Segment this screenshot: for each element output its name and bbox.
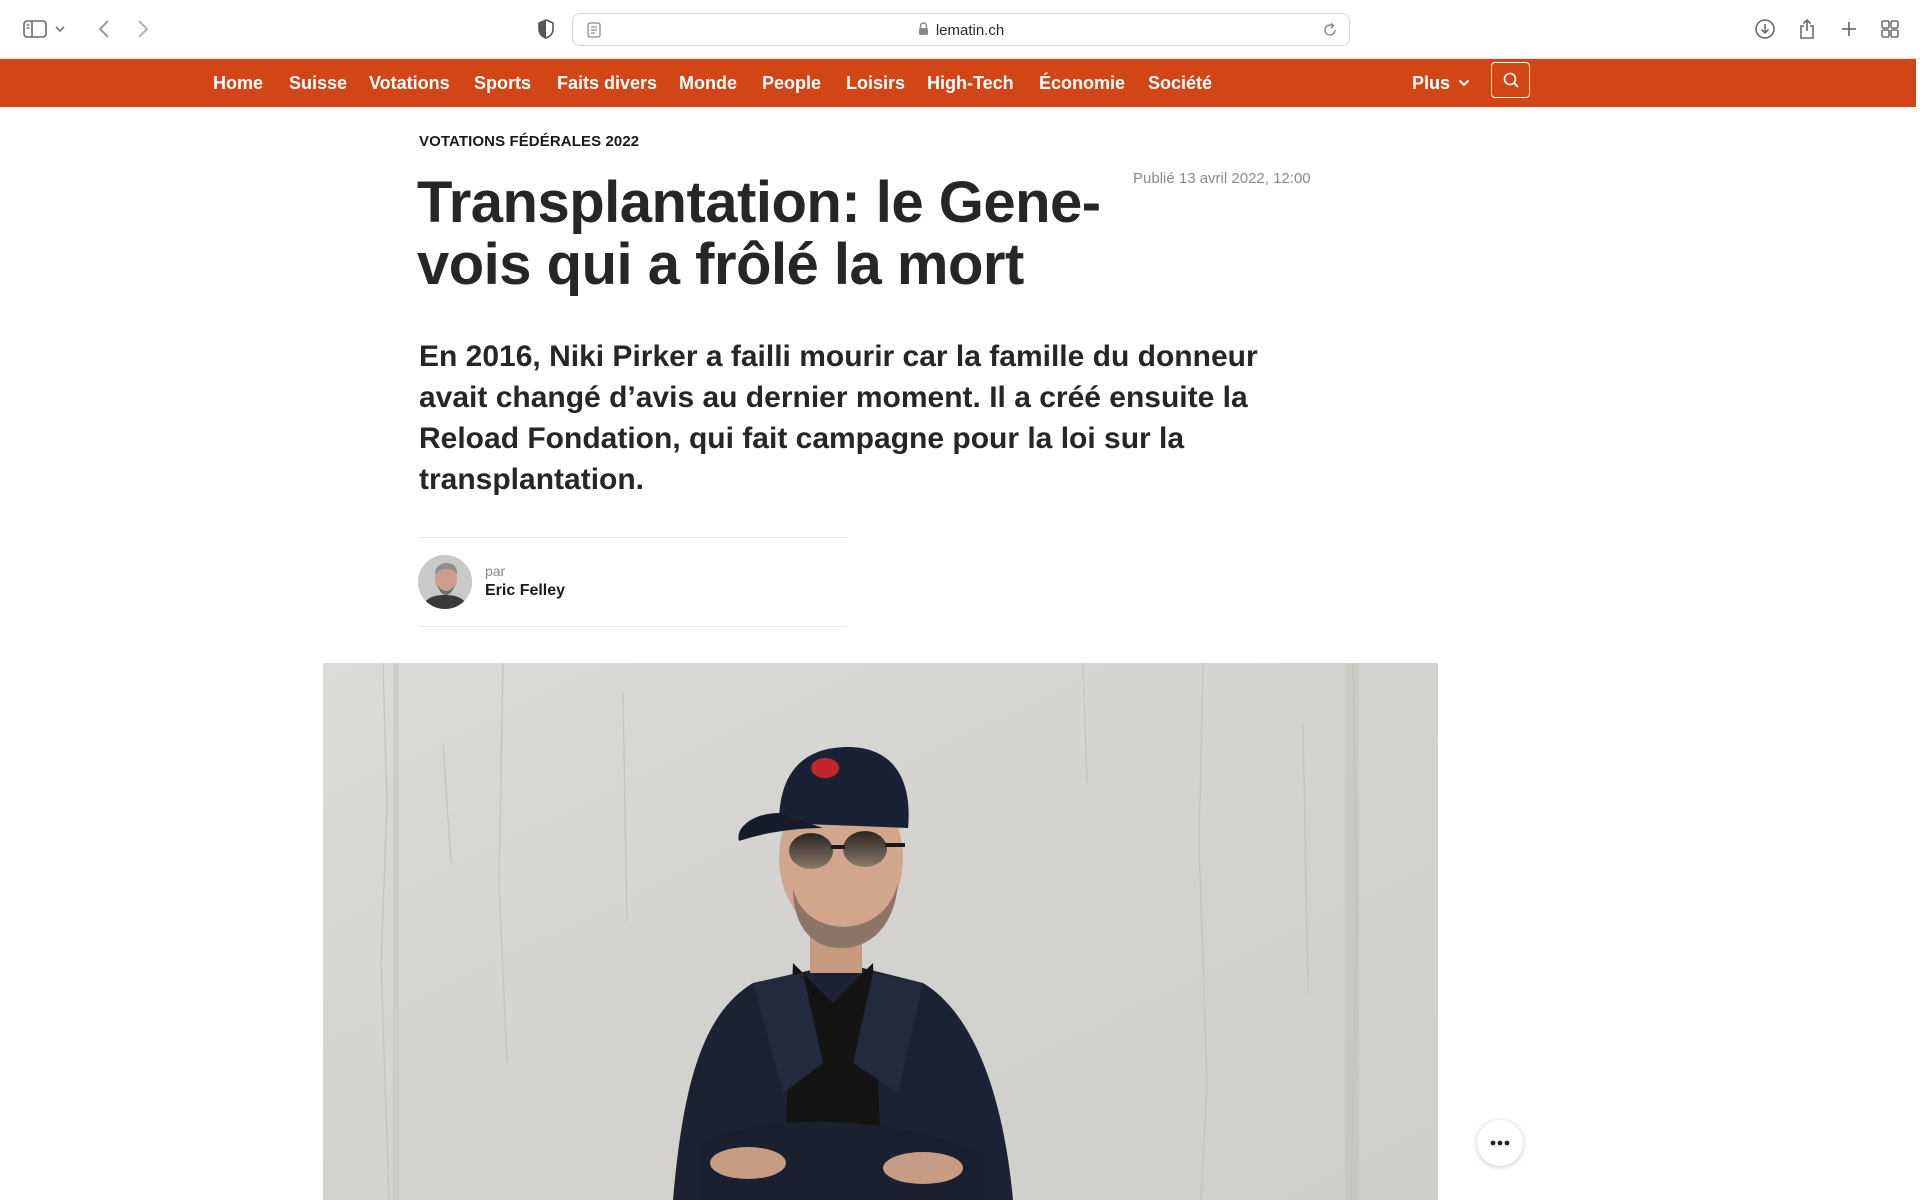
nav-item-people[interactable]: People <box>762 59 821 107</box>
article-title-line-2: vois qui a frôlé la mort <box>417 232 1024 297</box>
byline-divider-top <box>419 537 847 538</box>
plus-icon[interactable] <box>1836 16 1862 42</box>
publish-date: Publié 13 avril 2022, 12:00 <box>1133 170 1311 187</box>
nav-item-faits-divers[interactable]: Faits divers <box>557 59 657 107</box>
nav-item-monde[interactable]: Monde <box>679 59 737 107</box>
chevron-left-icon[interactable] <box>91 16 117 42</box>
lock-icon <box>918 21 929 40</box>
nav-item-high-tech[interactable]: High-Tech <box>927 59 1014 107</box>
nav-item-societe[interactable]: Société <box>1148 59 1212 107</box>
article-title-line-1: Transplantation: le Gene- <box>417 170 1101 235</box>
nav-item-loisirs[interactable]: Loisirs <box>846 59 905 107</box>
search-button[interactable] <box>1491 62 1530 98</box>
nav-item-home[interactable]: Home <box>213 59 263 107</box>
nav-more-label: Plus <box>1412 72 1451 93</box>
site-nav: Home Suisse Votations Sports Faits diver… <box>0 59 1916 107</box>
author-avatar[interactable] <box>418 555 472 609</box>
download-icon[interactable] <box>1752 16 1778 42</box>
url-text: lematin.ch <box>935 22 1005 39</box>
search-icon <box>1503 72 1519 88</box>
nav-item-economie[interactable]: Économie <box>1039 59 1125 107</box>
article-hero-photo[interactable] <box>323 663 1438 1200</box>
byline-prefix: par <box>485 563 506 579</box>
sidebar-icon[interactable] <box>22 16 48 42</box>
chevron-down-icon[interactable] <box>52 16 68 42</box>
browser-toolbar: lematin.ch <box>0 0 1920 59</box>
article-kicker[interactable]: Votations fédérales 2022 <box>419 133 639 150</box>
author-name[interactable]: Eric Felley <box>485 582 565 600</box>
byline-divider-bottom <box>419 626 847 627</box>
tab-overview-icon[interactable] <box>1877 16 1903 42</box>
nav-more-button[interactable]: Plus <box>1412 59 1470 107</box>
article-lead: En 2016, Niki Pirker a failli mourir car… <box>419 340 1258 496</box>
chevron-right-icon[interactable] <box>130 16 156 42</box>
reload-icon[interactable] <box>1317 17 1343 43</box>
address-bar[interactable]: lematin.ch <box>572 13 1350 46</box>
chevron-down-icon <box>1458 79 1470 87</box>
nav-item-votations[interactable]: Votations <box>369 59 450 107</box>
share-icon[interactable] <box>1794 16 1820 42</box>
ellipsis-icon <box>1490 1140 1510 1146</box>
shield-icon[interactable] <box>533 16 559 42</box>
nav-item-sports[interactable]: Sports <box>474 59 531 107</box>
article-title: Transplantation: le Gene- vois qui a frô… <box>417 172 1117 296</box>
more-actions-button[interactable] <box>1477 1120 1523 1166</box>
nav-item-suisse[interactable]: Suisse <box>289 59 347 107</box>
